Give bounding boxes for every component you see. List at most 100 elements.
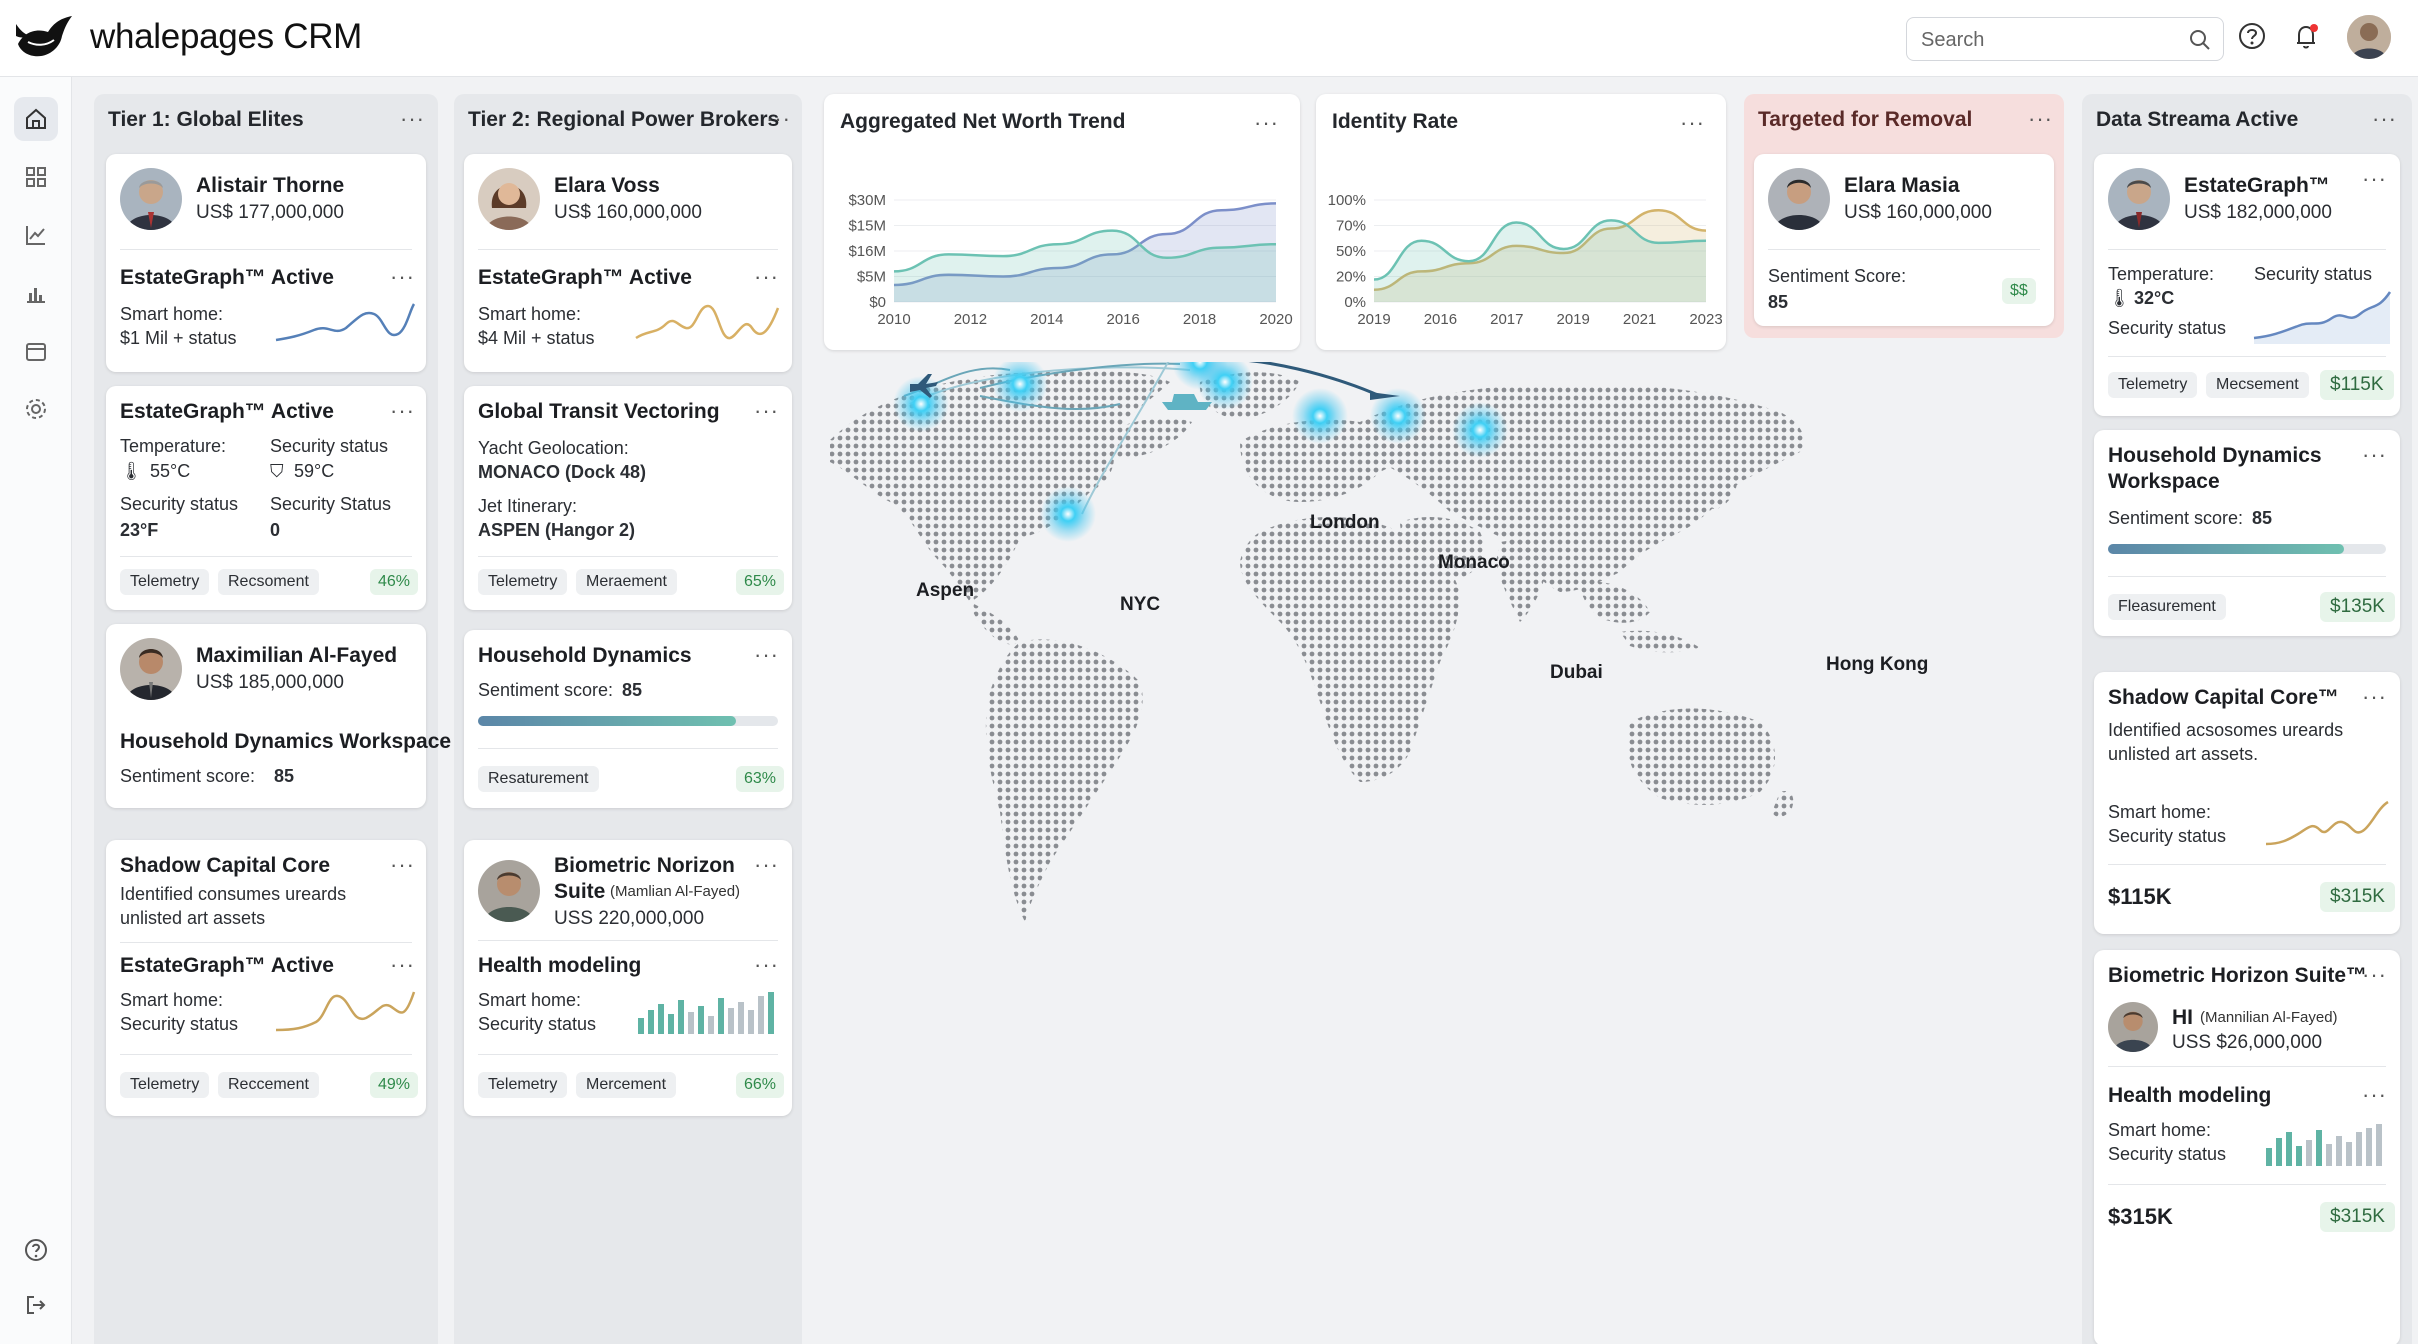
y-tick-label: $5M [857, 269, 886, 286]
y-tick-label: $15M [848, 218, 886, 235]
user-avatar[interactable] [2347, 15, 2391, 59]
more-icon[interactable]: ··· [390, 400, 415, 422]
security-value: 59°C [294, 461, 335, 481]
more-icon[interactable]: ··· [754, 854, 779, 876]
client-card-alistair[interactable]: Alistair Thorne US$ 177,000,000 EstateGr… [106, 154, 426, 372]
column-title: Targeted for Removal [1758, 108, 1973, 131]
sidebar-item-dashboard[interactable] [14, 155, 58, 199]
tag[interactable]: Mercement [576, 1072, 677, 1098]
chart-card-networth[interactable]: Aggregated Net Worth Trend ··· $30M $15M $… [824, 94, 1300, 350]
divider [2108, 1066, 2386, 1067]
search-input[interactable]: Search [1906, 17, 2224, 61]
yacht-label: Yacht Geolocation: [478, 438, 629, 458]
tag-telemetry[interactable]: Telemetry [120, 1072, 210, 1098]
more-icon[interactable]: ··· [2362, 686, 2387, 708]
shadow-capital-core-card[interactable]: Shadow Capital Core™ ··· Identified acso… [2094, 672, 2400, 934]
sentiment-bar-fill [2108, 544, 2345, 554]
tag-telemetry[interactable]: Telemetry [478, 1072, 568, 1098]
biometric-horizon-card[interactable]: Biometric Horizon Suite™ ··· HI (Mannili… [2094, 950, 2400, 1344]
divider [478, 1054, 778, 1055]
net-worth: US$ 182,000,000 [2184, 202, 2332, 223]
description: unlisted art assets [120, 908, 266, 928]
column-data-streams: Data Streama Active ··· EstateGraph™ US$… [2082, 94, 2412, 1344]
sparkline [2265, 800, 2389, 846]
more-icon[interactable]: ··· [754, 400, 779, 422]
value: $115K [2108, 884, 2172, 909]
map-label-london[interactable]: London [1310, 512, 1380, 534]
home-icon [26, 108, 46, 129]
more-icon[interactable]: ··· [390, 954, 415, 976]
notification-bell-icon[interactable] [2292, 22, 2322, 52]
more-icon[interactable]: ··· [2362, 964, 2387, 986]
security-label: Security status [2108, 318, 2227, 338]
sidebar-item-home[interactable] [14, 97, 58, 141]
more-icon[interactable]: ··· [766, 108, 791, 130]
more-icon[interactable]: ··· [754, 644, 779, 666]
more-icon[interactable]: ··· [2362, 168, 2387, 190]
brand[interactable]: whalepages CRM [14, 14, 362, 60]
more-icon[interactable]: ··· [390, 266, 415, 288]
household-dynamics-card[interactable]: Household Dynamics ··· Sentiment score: … [464, 630, 792, 808]
more-icon[interactable]: ··· [2028, 108, 2053, 130]
sidebar-item-logout[interactable] [14, 1283, 58, 1327]
estategraph-card[interactable]: EstateGraph™ Active ··· Temperature: 🌡 5… [106, 386, 426, 610]
net-worth: USS 220,000,000 [554, 908, 705, 929]
divider [120, 1054, 412, 1055]
divider [120, 942, 412, 943]
sidebar-item-records[interactable] [14, 329, 58, 373]
more-icon[interactable]: ··· [2372, 108, 2397, 130]
tag-telemetry[interactable]: Telemetry [2108, 372, 2198, 398]
y-tick-label: $0 [869, 294, 886, 311]
net-worth: US$ 177,000,000 [196, 202, 344, 223]
shadow-capital-card[interactable]: Shadow Capital Core ··· Identified consu… [106, 840, 426, 1116]
tag-telemetry[interactable]: Telemetry [120, 569, 210, 595]
tag[interactable]: Fleasurement [2108, 594, 2226, 620]
tag[interactable]: Recsoment [218, 569, 319, 595]
more-icon[interactable]: ··· [390, 854, 415, 876]
section-title: Health modeling [2108, 1084, 2272, 1107]
biometric-card[interactable]: Biometric Norizon Suite (Mamlian Al-Faye… [464, 840, 792, 1116]
tag-telemetry[interactable]: Telemetry [478, 569, 568, 595]
more-icon[interactable]: ··· [754, 266, 779, 288]
more-icon[interactable]: ··· [754, 954, 779, 976]
chart-card-identity[interactable]: Identity Rate ··· 100% 70% 50% 20% 0% 2019 201… [1316, 94, 1726, 350]
tag[interactable]: Mecsement [2206, 372, 2309, 398]
detail-label: Security status [478, 1014, 597, 1034]
map-label-hongkong[interactable]: Hong Kong [1826, 654, 1928, 676]
client-card-maximilian[interactable]: Maximilian Al-Fayed US$ 185,000,000 Hous… [106, 624, 451, 808]
client-name: EstateGraph™ [2184, 174, 2330, 197]
help-icon[interactable] [2238, 22, 2266, 50]
value-badge: $135K [2320, 592, 2395, 622]
world-map[interactable]: Aspen NYC London Monaco Dubai Hong Kong [820, 277, 2070, 1052]
sentiment-bar [478, 716, 778, 726]
map-label-aspen[interactable]: Aspen [916, 580, 974, 602]
more-icon[interactable]: ··· [2362, 444, 2387, 466]
card-title: Workspace [2108, 470, 2220, 493]
sidebar-item-analytics[interactable] [14, 271, 58, 315]
client-card-elara-voss[interactable]: Elara Voss US$ 160,000,000 EstateGraph™ … [464, 154, 792, 372]
search-placeholder: Search [1921, 29, 1985, 51]
map-label-monaco[interactable]: Monaco [1438, 552, 1510, 574]
client-card-elara-masia[interactable]: Elara Masia US$ 160,000,000 Sentiment Sc… [1754, 154, 2054, 326]
more-icon[interactable]: ··· [400, 108, 425, 130]
household-workspace-card[interactable]: Household Dynamics Workspace ··· Sentime… [2094, 430, 2400, 636]
map-label-dubai[interactable]: Dubai [1550, 662, 1603, 684]
app-title: whalepages CRM [90, 17, 363, 56]
sidebar-item-help[interactable] [14, 1228, 58, 1272]
card-title: Household Dynamics [2108, 444, 2322, 467]
sidebar-item-trends[interactable] [14, 213, 58, 257]
more-icon[interactable]: ··· [2362, 1084, 2387, 1106]
column-tier1: Tier 1: Global Elites ··· Alistair Thorn… [94, 94, 451, 1344]
global-transit-card[interactable]: Global Transit Vectoring ··· Yacht Geolo… [464, 386, 792, 610]
tag[interactable]: Reccement [218, 1072, 319, 1098]
tag[interactable]: Resaturement [478, 766, 599, 792]
estategraph-client-card[interactable]: EstateGraph™ US$ 182,000,000 ··· Tempera… [2094, 154, 2400, 416]
card-title: Household Dynamics [478, 644, 692, 667]
section-title: Health modeling [478, 954, 642, 977]
sidebar-item-settings[interactable] [14, 387, 58, 431]
tag[interactable]: Meraement [576, 569, 677, 595]
map-label-nyc[interactable]: NYC [1120, 594, 1160, 616]
x-tick-label: 2010 [877, 311, 910, 328]
sentiment-bar-fill [478, 716, 736, 726]
card-title: EstateGraph™ Active [120, 400, 334, 423]
